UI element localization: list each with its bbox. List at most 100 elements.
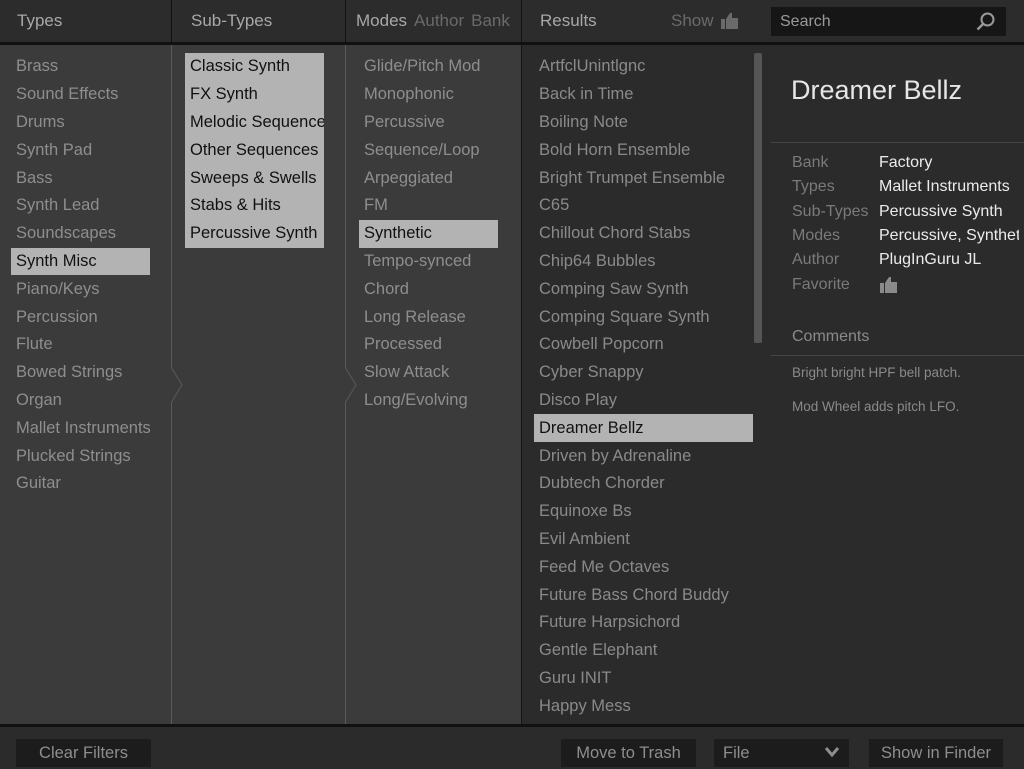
column-divider [521,45,522,724]
subtype-item[interactable]: Melodic Sequences [185,108,324,137]
result-item[interactable]: Dreamer Bellz [534,414,753,443]
meta-row-favorite: Favorite [792,272,1019,296]
tab-modes[interactable]: Modes [356,11,407,31]
result-item[interactable]: Comping Saw Synth [534,275,753,303]
type-item[interactable]: Bass [11,164,150,192]
meta-key: Sub-Types [792,202,869,220]
mode-item[interactable]: FM [359,192,498,220]
tab-author[interactable]: Author [414,11,464,31]
type-item[interactable]: Brass [11,53,150,81]
subtype-item[interactable]: Classic Synth [185,53,324,81]
mode-item[interactable]: Long/Evolving [359,387,498,415]
type-item[interactable]: Piano/Keys [11,275,150,303]
modes-list: Glide/Pitch Mod Monophonic Percussive Seque… [359,53,521,414]
clear-filters-button[interactable]: Clear Filters [16,739,151,767]
result-item[interactable]: Bright Trumpet Ensemble [534,164,753,192]
type-item[interactable]: Synth Misc [11,247,150,276]
header-divider [521,0,522,45]
file-dropdown[interactable]: File [714,739,849,767]
subtype-item[interactable]: Other Sequences [185,136,324,165]
show-in-finder-button[interactable]: Show in Finder [869,739,1003,767]
type-item[interactable]: Synth Pad [11,136,150,164]
mode-item[interactable]: Sequence/Loop [359,136,498,164]
type-item[interactable]: Mallet Instruments [11,414,150,442]
type-item[interactable]: Sound Effects [11,81,150,109]
file-dropdown-label: File [723,743,750,762]
meta-key: Bank [792,154,829,172]
show-favorites-toggle[interactable]: Show [671,0,740,42]
result-item[interactable]: Cyber Snappy [534,359,753,387]
subtype-item[interactable]: Stabs & Hits [185,191,324,220]
result-item[interactable]: Comping Square Synth [534,303,753,331]
result-item[interactable]: Boiling Note [534,109,753,137]
type-item[interactable]: Drums [11,109,150,137]
type-item[interactable]: Guitar [11,470,150,498]
types-list: Brass Sound Effects Drums Synth Pad Bass Synt… [11,53,171,498]
chevron-right-icon [171,367,183,403]
mode-item[interactable]: Monophonic [359,81,498,109]
result-item[interactable]: Equinoxe Bs [534,498,753,526]
divider [771,142,1024,143]
search-input[interactable] [780,12,970,31]
show-label: Show [671,11,714,30]
mode-item[interactable]: Tempo-synced [359,248,498,276]
mode-item[interactable]: Arpeggiated [359,164,498,192]
comments-text: Bright bright HPF bell patch. Mod Wheel … [792,365,961,433]
result-item[interactable]: Chillout Chord Stabs [534,220,753,248]
move-to-trash-button[interactable]: Move to Trash [561,739,696,767]
type-item[interactable]: Organ [11,387,150,415]
result-item[interactable]: ArtfclUnintlgnc [534,53,753,81]
result-item[interactable]: Dubtech Chorder [534,470,753,498]
result-item[interactable]: Guru INIT [534,665,753,693]
search-box[interactable] [771,7,1006,36]
subtype-item[interactable]: Sweeps & Swells [185,164,324,192]
meta-value: Factory [879,154,933,172]
result-item[interactable]: Gentle Elephant [534,637,753,665]
meta-key: Favorite [792,275,850,293]
mode-item[interactable]: Long Release [359,303,498,331]
mode-item[interactable]: Processed [359,331,498,359]
meta-row-modes: Modes Percussive, Synthetic [792,224,1019,248]
result-item[interactable]: C65 [534,192,753,220]
comment-line: Bright bright HPF bell patch. [792,365,961,380]
mode-item[interactable]: Percussive [359,109,498,137]
meta-value: Mallet Instruments [879,178,1010,196]
meta-row-subtypes: Sub-Types Percussive Synth [792,200,1019,224]
result-item[interactable]: Happy Mess [534,692,753,720]
preset-title: Dreamer Bellz [791,75,963,105]
chevron-down-icon [824,747,840,758]
type-item[interactable]: Plucked Strings [11,442,150,470]
mode-item[interactable]: Glide/Pitch Mod [359,53,498,81]
result-item[interactable]: Bold Horn Ensemble [534,136,753,164]
header-divider [345,0,346,45]
meta-row-author: Author PlugInGuru JL [792,248,1019,272]
result-item[interactable]: Feed Me Octaves [534,553,753,581]
result-item[interactable]: Chip64 Bubbles [534,248,753,276]
search-icon[interactable] [975,11,996,32]
result-item[interactable]: Future Harpsichord [534,609,753,637]
type-item[interactable]: Synth Lead [11,192,150,220]
type-item[interactable]: Soundscapes [11,220,150,248]
result-item[interactable]: Evil Ambient [534,526,753,554]
results-scrollbar[interactable] [754,53,762,343]
result-item[interactable]: Driven by Adrenaline [534,442,753,470]
type-item[interactable]: Percussion [11,303,150,331]
meta-key: Modes [792,227,841,245]
mode-item[interactable]: Chord [359,275,498,303]
subtype-item[interactable]: Percussive Synth [185,219,324,248]
preset-detail-panel: Dreamer Bellz Bank Factory Types Mallet … [771,45,1024,724]
thumbs-up-icon[interactable] [720,11,740,31]
result-item[interactable]: Back in Time [534,81,753,109]
header-divider [171,0,172,45]
thumbs-up-icon[interactable] [879,275,899,295]
mode-item[interactable]: Slow Attack [359,359,498,387]
type-item[interactable]: Flute [11,331,150,359]
mode-item[interactable]: Synthetic [359,219,498,248]
result-item[interactable]: Disco Play [534,387,753,415]
results-column: ArtfclUnintlgnc Back in Time Boiling Note B… [521,45,771,724]
result-item[interactable]: Future Bass Chord Buddy [534,581,753,609]
result-item[interactable]: Cowbell Popcorn [534,331,753,359]
tab-bank[interactable]: Bank [471,11,510,31]
type-item[interactable]: Bowed Strings [11,359,150,387]
subtype-item[interactable]: FX Synth [185,80,324,109]
